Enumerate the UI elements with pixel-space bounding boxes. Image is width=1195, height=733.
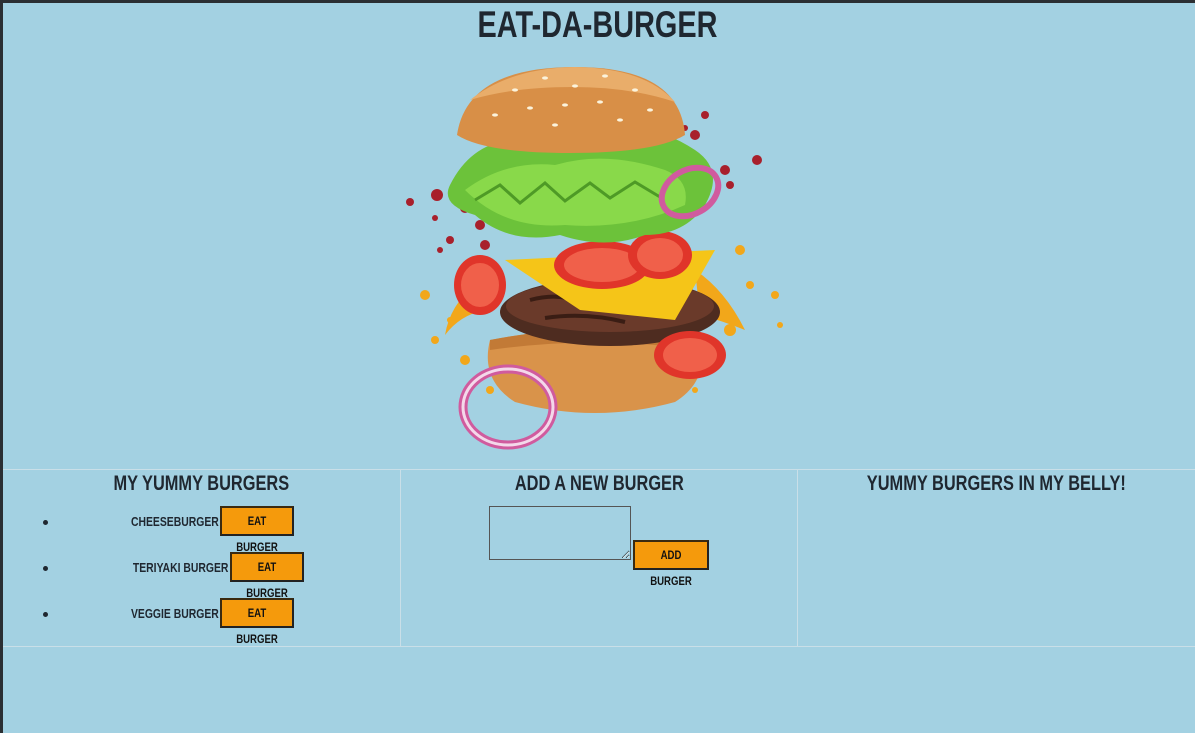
eat-burger-button[interactable]: Eat Burger (229, 552, 304, 600)
yummy-burgers-heading: My Yummy Burgers (113, 472, 290, 495)
eat-burger-button[interactable]: Eat Burger (219, 598, 294, 646)
eat-burger-button[interactable]: Eat Burger (219, 506, 294, 554)
yummy-burgers-list: Cheeseburger Eat Burger Teriyaki Burger … (3, 506, 400, 646)
belly-heading: Yummy Burgers in My Belly! (867, 472, 1127, 495)
add-burger-column: Add a New Burger Add Burger (399, 470, 798, 646)
list-item: Veggie Burger Eat Burger (3, 598, 400, 646)
list-item: Cheeseburger Eat Burger (3, 506, 400, 554)
belly-column: Yummy Burgers in My Belly! (797, 470, 1195, 646)
add-burger-heading: Add a New Burger (514, 472, 684, 495)
page-title: Eat-Da-Burger (477, 4, 718, 45)
yummy-burgers-column: My Yummy Burgers Cheeseburger Eat Burger… (3, 470, 400, 646)
burger-name-input[interactable] (488, 506, 631, 560)
list-item: Teriyaki Burger Eat Burger (3, 552, 400, 600)
burger-name: Veggie Burger (130, 605, 219, 621)
burger-name: Cheeseburger (130, 513, 219, 529)
add-burger-button[interactable]: Add Burger (632, 540, 709, 588)
add-burger-form: Add Burger (488, 506, 709, 588)
burger-hero-image (395, 60, 795, 455)
burger-name: Teriyaki Burger (132, 559, 229, 575)
window-top-border (0, 0, 1195, 3)
burger-columns: My Yummy Burgers Cheeseburger Eat Burger… (3, 469, 1195, 647)
